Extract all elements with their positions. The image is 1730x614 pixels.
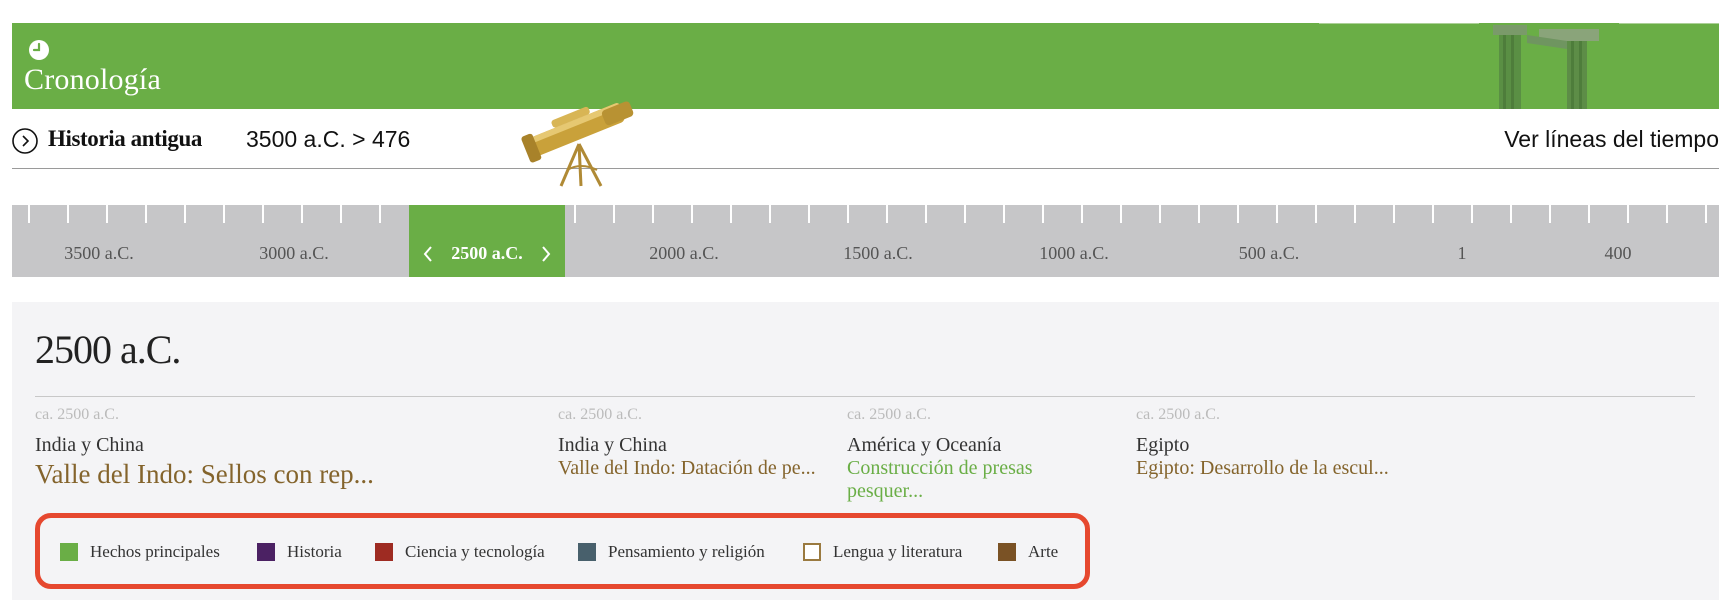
legend-item-science[interactable]: Ciencia y tecnología	[375, 542, 545, 562]
event-region: India y China	[35, 434, 144, 456]
legend-item-main-events[interactable]: Hechos principales	[60, 542, 220, 562]
circle-arrow-right-icon[interactable]	[12, 128, 38, 154]
legend-swatch	[375, 543, 393, 561]
event-title[interactable]: Construcción de presas pesquer...	[847, 457, 1087, 503]
event-region: Egipto	[1136, 434, 1190, 456]
legend-item-art[interactable]: Arte	[998, 542, 1058, 562]
timeline-ruler[interactable]: 3500 a.C. 3000 a.C. 2000 a.C. 1500 a.C. …	[12, 205, 1719, 277]
legend-label: Arte	[1028, 542, 1059, 561]
legend-swatch	[998, 543, 1016, 561]
selected-year: 2500 a.C.	[35, 327, 181, 372]
banner-title: Cronología	[24, 63, 161, 96]
legend-swatch	[803, 543, 821, 561]
legend-item-thought[interactable]: Pensamiento y religión	[578, 542, 765, 562]
ruler-label[interactable]: 1	[1458, 243, 1467, 264]
divider	[35, 396, 1695, 397]
event-date: ca. 2500 a.C.	[35, 406, 119, 423]
ruler-ticks	[28, 205, 1707, 223]
event-date: ca. 2500 a.C.	[847, 406, 931, 423]
legend-label: Lengua y literatura	[833, 542, 963, 561]
legend-swatch	[60, 543, 78, 561]
category-legend: Hechos principales Historia Ciencia y te…	[35, 513, 1090, 589]
ruler-label[interactable]: 1500 a.C.	[843, 243, 913, 264]
event-region: América y Oceanía	[847, 434, 1002, 456]
chronology-banner: Cronología	[12, 23, 1719, 109]
clock-icon	[29, 40, 49, 60]
legend-label: Hechos principales	[90, 542, 220, 561]
legend-swatch	[578, 543, 596, 561]
ruler-label[interactable]: 3000 a.C.	[259, 243, 329, 264]
ruler-label[interactable]: 3500 a.C.	[64, 243, 134, 264]
ruler-label[interactable]: 400	[1605, 243, 1632, 264]
ruler-label[interactable]: 2000 a.C.	[649, 243, 719, 264]
ruler-label[interactable]: 1000 a.C.	[1039, 243, 1109, 264]
legend-item-language[interactable]: Lengua y literatura	[803, 542, 962, 562]
period-range: 3500 a.C. > 476	[246, 126, 411, 152]
period-header: Historia antigua 3500 a.C. > 476 Ver lín…	[12, 101, 1719, 187]
period-name[interactable]: Historia antigua	[48, 126, 202, 152]
timelines-link[interactable]: Ver líneas del tiempo	[1504, 126, 1719, 153]
ruler-label[interactable]: 500 a.C.	[1239, 243, 1300, 264]
legend-label: Historia	[287, 542, 342, 561]
event-title[interactable]: Egipto: Desarrollo de la escul...	[1136, 457, 1416, 480]
event-title[interactable]: Valle del Indo: Sellos con rep...	[35, 457, 515, 491]
event-card[interactable]: ca. 2500 a.C. India y China Valle del In…	[35, 406, 515, 491]
event-card[interactable]: ca. 2500 a.C. India y China Valle del In…	[558, 406, 828, 480]
ruler-active-segment[interactable]: 2500 a.C.	[409, 205, 565, 277]
event-card[interactable]: ca. 2500 a.C. Egipto Egipto: Desarrollo …	[1136, 406, 1416, 480]
legend-label: Pensamiento y religión	[608, 542, 765, 561]
event-title[interactable]: Valle del Indo: Datación de pe...	[558, 457, 828, 480]
ruins-image	[1479, 23, 1619, 109]
event-date: ca. 2500 a.C.	[1136, 406, 1220, 423]
legend-label: Ciencia y tecnología	[405, 542, 545, 561]
legend-item-history[interactable]: Historia	[257, 542, 342, 562]
legend-swatch	[257, 543, 275, 561]
event-card[interactable]: ca. 2500 a.C. América y Oceanía Construc…	[847, 406, 1087, 503]
event-region: India y China	[558, 434, 667, 456]
event-date: ca. 2500 a.C.	[558, 406, 642, 423]
telescope-image	[521, 101, 634, 187]
chevron-right-icon[interactable]	[539, 245, 553, 263]
